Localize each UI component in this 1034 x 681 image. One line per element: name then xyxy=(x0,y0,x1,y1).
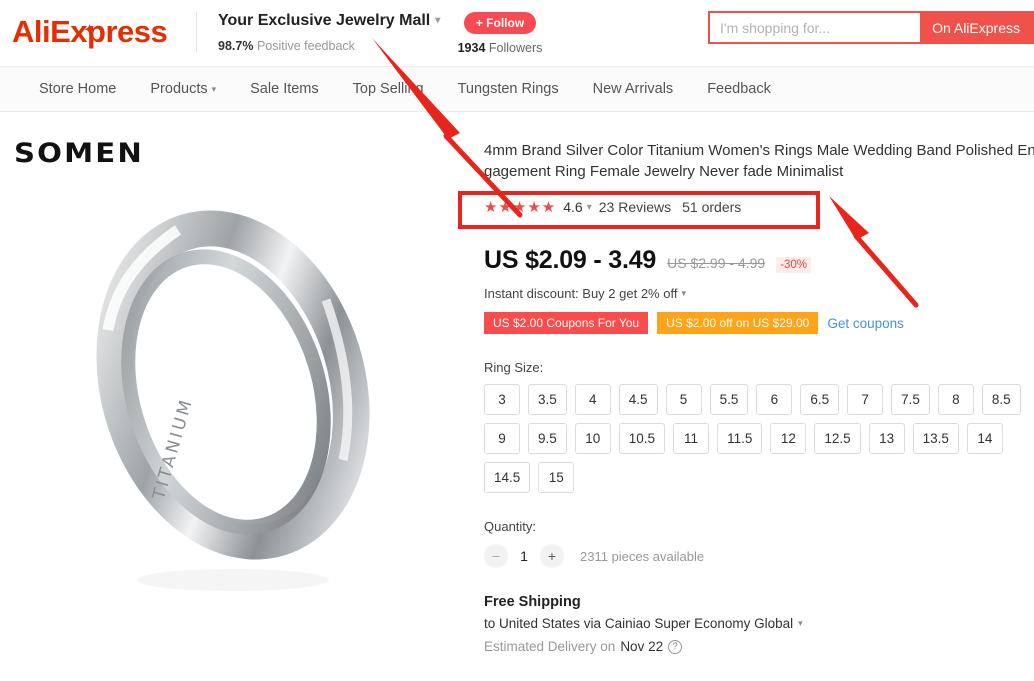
rating-row: ★★★★★ 4.6 ▾ 23 Reviews 51 orders xyxy=(484,196,1034,218)
discount-badge: -30% xyxy=(776,257,812,273)
header-divider xyxy=(196,12,197,52)
nav-item-sale-items[interactable]: Sale Items xyxy=(233,66,336,112)
chevron-down-icon: ▾ xyxy=(681,288,686,298)
price-row: US $2.09 - 3.49 US $2.99 - 4.99 -30% xyxy=(484,246,1034,275)
stock-availability: 2311 pieces available xyxy=(580,548,705,564)
feedback-percent: 98.7% xyxy=(218,39,254,53)
size-option[interactable]: 12.5 xyxy=(814,423,861,454)
size-option[interactable]: 4 xyxy=(574,384,611,415)
size-option[interactable]: 11.5 xyxy=(717,423,763,454)
size-option[interactable]: 15 xyxy=(538,462,575,493)
ring-size-options: 3 3.5 4 4.5 5 5.5 6 6.5 7 7.5 8 8.5 9 9.… xyxy=(484,384,1034,493)
coupon-row: US $2.00 Coupons For You US $2.00 off on… xyxy=(484,312,1034,334)
star-rating-icon[interactable]: ★★★★★ xyxy=(484,200,556,215)
nav-label: Feedback xyxy=(707,81,771,97)
size-option[interactable]: 8 xyxy=(937,384,974,415)
store-feedback: 98.7% Positive feedback xyxy=(218,38,448,54)
size-option[interactable]: 4.5 xyxy=(618,384,658,415)
shipping-destination-label: to United States via Cainiao Super Econo… xyxy=(484,616,794,631)
size-option[interactable]: 13.5 xyxy=(912,423,959,454)
follow-block: + Follow 1934 Followers xyxy=(452,12,548,55)
followers-number: 1934 xyxy=(457,41,486,55)
nav-item-new-arrivals[interactable]: New Arrivals xyxy=(576,66,691,112)
size-option[interactable]: 5.5 xyxy=(709,384,749,415)
chevron-down-icon: ▾ xyxy=(798,618,803,628)
chevron-down-icon: ▾ xyxy=(211,84,217,94)
followers-count: 1934 Followers xyxy=(452,41,548,55)
feedback-label: Positive feedback xyxy=(256,39,355,53)
eta-prefix: Estimated Delivery on xyxy=(484,639,616,654)
shipping-title: Free Shipping xyxy=(484,594,581,610)
followers-label: Followers xyxy=(488,41,543,55)
size-option[interactable]: 13 xyxy=(868,423,905,454)
rating-value: 4.6 xyxy=(563,199,583,215)
product-detail-panel: 4mm Brand Silver Color Titanium Women's … xyxy=(484,140,1034,654)
follow-button[interactable]: + Follow xyxy=(463,12,537,34)
main-product-image[interactable]: TITANIUM xyxy=(58,160,408,610)
size-option[interactable]: 9 xyxy=(484,423,520,454)
nav-label: New Arrivals xyxy=(592,81,674,97)
nav-item-store-home[interactable]: Store Home xyxy=(22,66,133,112)
nav-item-tungsten-rings[interactable]: Tungsten Rings xyxy=(441,66,576,112)
size-option[interactable]: 3.5 xyxy=(528,384,567,415)
size-option[interactable]: 12 xyxy=(770,423,807,454)
quantity-value: 1 xyxy=(520,548,528,564)
size-option[interactable]: 14 xyxy=(966,423,1003,454)
logo-sparkle-icon: ✦ xyxy=(84,22,95,37)
search-scope-button[interactable]: On AliExpress xyxy=(920,13,1032,42)
orders-count: 51 orders xyxy=(682,199,742,215)
nav-item-products[interactable]: Products ▾ xyxy=(133,66,233,112)
size-option[interactable]: 5 xyxy=(665,384,702,415)
nav-label: Sale Items xyxy=(250,81,319,97)
size-option[interactable]: 14.5 xyxy=(484,462,531,493)
size-option[interactable]: 11 xyxy=(673,423,710,454)
store-name[interactable]: Your Exclusive Jewelry Mall ▾ xyxy=(218,10,448,32)
coupon-tag-1[interactable]: US $2.00 Coupons For You xyxy=(484,312,649,334)
size-option[interactable]: 10 xyxy=(574,423,611,454)
page-title: 4mm Brand Silver Color Titanium Women's … xyxy=(484,142,1034,180)
size-option[interactable]: 3 xyxy=(484,384,520,415)
instant-discount[interactable]: Instant discount: Buy 2 get 2% off ▾ xyxy=(484,286,1034,301)
size-option[interactable]: 9.5 xyxy=(528,423,567,454)
size-option[interactable]: 7 xyxy=(847,384,884,415)
nav-label: Tungsten Rings xyxy=(457,81,559,97)
size-option[interactable]: 6.5 xyxy=(800,384,840,415)
ring-size-label: Ring Size: xyxy=(484,360,544,375)
nav-label: Top Selling xyxy=(352,81,424,97)
size-option[interactable]: 7.5 xyxy=(891,384,930,415)
page-header: AliExpress ✦ Your Exclusive Jewelry Mall… xyxy=(0,0,1034,66)
nav-label: Products xyxy=(150,81,208,97)
aliexpress-product-page: AliExpress ✦ Your Exclusive Jewelry Mall… xyxy=(0,0,1034,681)
search-bar: On AliExpress xyxy=(708,11,1034,44)
chevron-down-icon[interactable]: ▾ xyxy=(435,10,440,32)
size-option[interactable]: 6 xyxy=(756,384,793,415)
chevron-down-icon[interactable]: ▾ xyxy=(587,202,592,213)
store-name-label: Your Exclusive Jewelry Mall xyxy=(218,12,431,29)
shipping-destination[interactable]: to United States via Cainiao Super Econo… xyxy=(484,616,1034,631)
reviews-count[interactable]: 23 Reviews xyxy=(599,199,671,215)
size-option[interactable]: 10.5 xyxy=(618,423,666,454)
quantity-increase-button[interactable]: + xyxy=(540,544,564,568)
aliexpress-logo[interactable]: AliExpress ✦ xyxy=(12,12,168,52)
coupon-tag-2[interactable]: US $2.00 off on US $29.00 xyxy=(657,312,819,334)
question-mark-icon[interactable]: ? xyxy=(668,639,683,654)
instant-discount-label: Instant discount: Buy 2 get 2% off xyxy=(484,286,678,301)
nav-item-top-selling[interactable]: Top Selling xyxy=(336,66,441,112)
eta-date: Nov 22 xyxy=(620,639,664,654)
product-gallery: SOMEN TITANIUM xyxy=(0,120,470,681)
original-price: US $2.99 - 4.99 xyxy=(667,255,766,271)
search-input[interactable] xyxy=(710,13,921,42)
get-coupons-link[interactable]: Get coupons xyxy=(827,316,904,331)
nav-item-feedback[interactable]: Feedback xyxy=(690,66,788,112)
quantity-decrease-button[interactable]: − xyxy=(484,544,508,568)
nav-label: Store Home xyxy=(39,81,117,97)
store-info: Your Exclusive Jewelry Mall ▾ 98.7% Posi… xyxy=(218,10,448,54)
quantity-label: Quantity: xyxy=(484,519,537,534)
store-nav: Store Home Products ▾ Sale Items Top Sel… xyxy=(0,66,1034,112)
quantity-stepper: − 1 + 2311 pieces available xyxy=(484,544,1034,568)
current-price: US $2.09 - 3.49 xyxy=(484,246,657,274)
estimated-delivery: Estimated Delivery on Nov 22 ? xyxy=(484,639,1034,654)
size-option[interactable]: 8.5 xyxy=(981,384,1021,415)
